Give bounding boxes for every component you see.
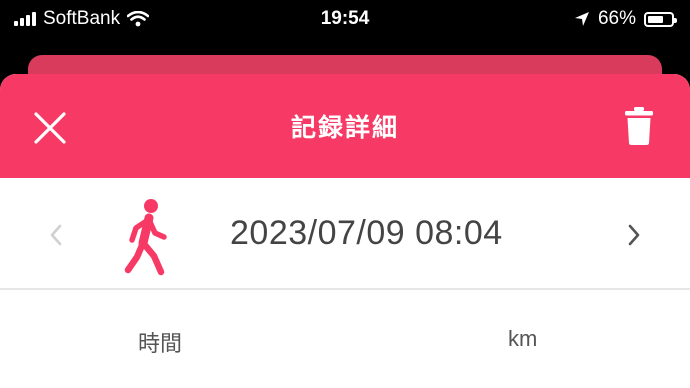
battery-percent: 66% [597, 8, 636, 29]
battery-tip [674, 17, 677, 23]
record-detail-sheet: 記録詳細 2023/07/09 08:04 時間 km [0, 74, 690, 388]
page-title: 記録詳細 [290, 114, 399, 142]
delete-button[interactable] [624, 106, 654, 146]
trash-icon [625, 107, 653, 145]
previous-record-button[interactable] [46, 220, 66, 250]
status-bar: SoftBank 19:54 66% [0, 0, 690, 40]
record-date-row: 2023/07/09 08:04 [0, 178, 690, 290]
sheet-header: 記録詳細 [0, 74, 690, 178]
battery-fill [648, 15, 663, 23]
stat-distance-label: km [508, 326, 538, 351]
next-record-button[interactable] [624, 220, 644, 250]
location-arrow-icon [574, 12, 589, 26]
battery-icon [644, 11, 677, 27]
chevron-right-icon [628, 224, 640, 246]
walking-person-icon [124, 199, 167, 276]
record-datetime: 2023/07/09 08:04 [230, 214, 503, 252]
status-right: 66% [574, 8, 677, 30]
chevron-left-icon [50, 224, 62, 246]
stat-time-label: 時間 [138, 331, 183, 356]
